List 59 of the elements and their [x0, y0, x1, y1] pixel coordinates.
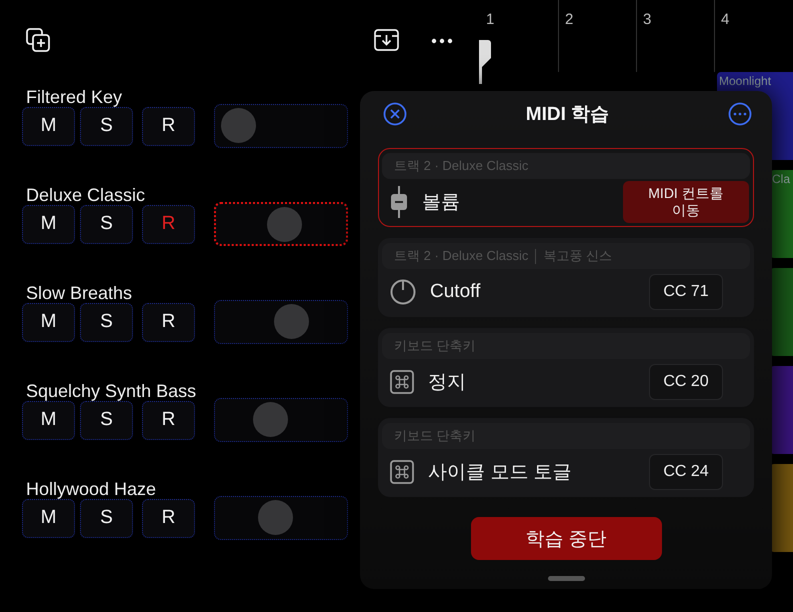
- bar-number: 3: [643, 11, 652, 28]
- bar-number: 1: [486, 11, 494, 28]
- volume-slider[interactable]: [214, 300, 348, 344]
- record-button[interactable]: R: [142, 498, 195, 538]
- solo-button[interactable]: S: [80, 302, 133, 342]
- volume-slider[interactable]: [214, 202, 348, 246]
- download-icon[interactable]: [374, 29, 399, 51]
- popover-title: MIDI 학습: [526, 103, 610, 127]
- track-name: Squelchy Synth Bass: [26, 380, 198, 402]
- cc-button[interactable]: CC 71: [649, 274, 723, 310]
- add-track-icon[interactable]: [26, 28, 50, 52]
- grabber-handle[interactable]: [548, 576, 584, 581]
- command-key-icon: [390, 460, 414, 484]
- volume-slider[interactable]: [214, 104, 348, 148]
- solo-button[interactable]: S: [80, 106, 133, 146]
- solo-button[interactable]: S: [80, 204, 133, 244]
- bar-number: 2: [565, 11, 574, 28]
- playhead[interactable]: [478, 40, 492, 84]
- clip-name: Cla: [772, 172, 790, 186]
- mute-button[interactable]: M: [22, 204, 75, 244]
- record-button[interactable]: R: [142, 204, 195, 244]
- cc-button[interactable]: CC 20: [649, 364, 723, 400]
- solo-button[interactable]: S: [80, 400, 133, 440]
- fader-icon: [390, 186, 408, 218]
- more-icon[interactable]: [431, 38, 453, 44]
- region-clip[interactable]: [770, 464, 793, 552]
- mute-button[interactable]: M: [22, 302, 75, 342]
- assignment-label: 정지: [428, 371, 467, 395]
- slider-thumb[interactable]: [274, 304, 310, 339]
- close-icon[interactable]: [383, 102, 407, 126]
- region-clip[interactable]: [770, 268, 793, 356]
- record-button[interactable]: R: [142, 106, 195, 146]
- record-button[interactable]: R: [142, 400, 195, 440]
- track-name: Slow Breaths: [26, 282, 134, 304]
- clip-name: Moonlight: [719, 74, 772, 88]
- track-name: Filtered Key: [26, 86, 124, 108]
- record-button[interactable]: R: [142, 302, 195, 342]
- knob-icon: [390, 279, 416, 305]
- volume-slider[interactable]: [214, 496, 348, 540]
- region-clip[interactable]: [770, 366, 793, 454]
- slider-thumb[interactable]: [267, 207, 302, 242]
- move-control-button[interactable]: MIDI 컨트롤 이동: [623, 181, 749, 223]
- mute-button[interactable]: M: [22, 400, 75, 440]
- slider-thumb[interactable]: [220, 108, 256, 143]
- volume-slider[interactable]: [214, 398, 348, 442]
- track-name: Deluxe Classic: [26, 184, 146, 206]
- assignment-label: Cutoff: [430, 281, 482, 303]
- bar-number: 4: [721, 11, 730, 28]
- solo-button[interactable]: S: [80, 498, 133, 538]
- mute-button[interactable]: M: [22, 106, 75, 146]
- assignment-label: 볼륨: [422, 191, 461, 215]
- stop-learning-button[interactable]: 학습 중단: [470, 517, 662, 560]
- slider-thumb[interactable]: [253, 402, 288, 437]
- command-key-icon: [390, 370, 414, 394]
- slider-thumb[interactable]: [258, 500, 294, 535]
- track-name: Hollywood Haze: [26, 478, 158, 500]
- assignment-label: 사이클 모드 토글: [428, 461, 573, 485]
- mute-button[interactable]: M: [22, 498, 75, 538]
- cc-button[interactable]: CC 24: [649, 454, 723, 490]
